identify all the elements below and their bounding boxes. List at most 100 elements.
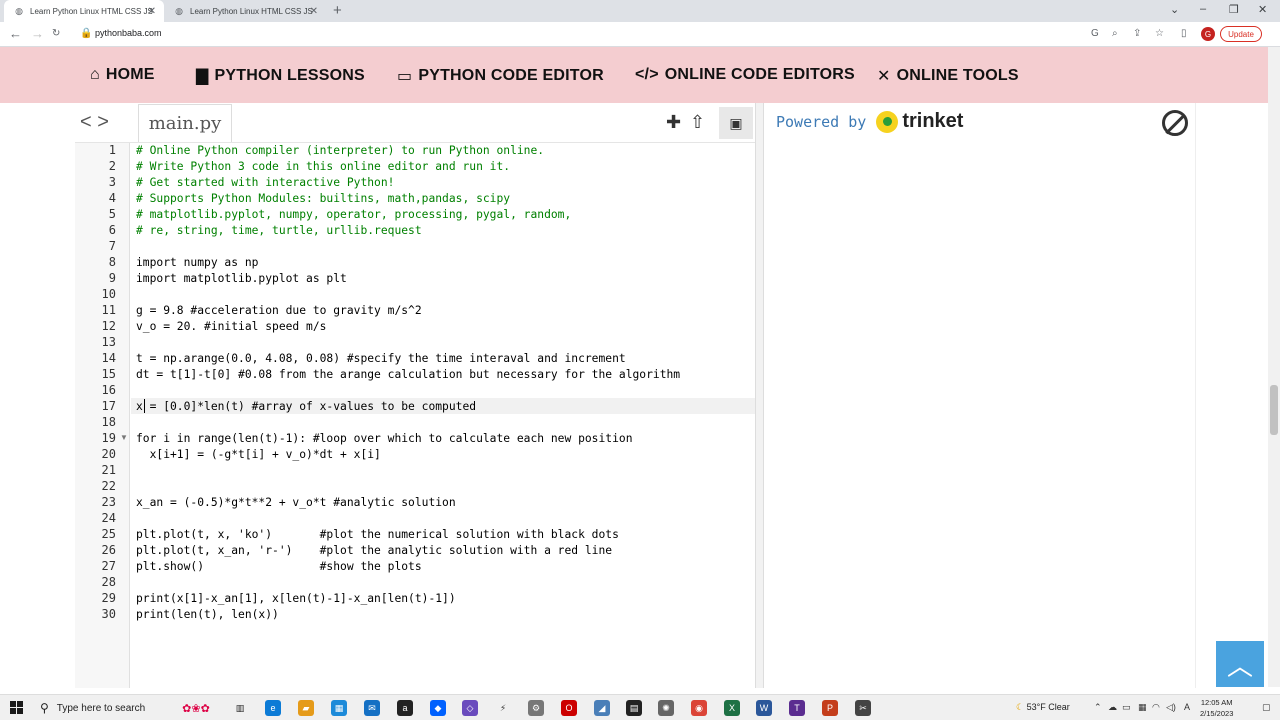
code-line[interactable]: plt.plot(t, x_an, 'r-') #plot the analyt… (136, 544, 612, 557)
windows-start-icon[interactable] (10, 701, 23, 714)
browser-tab-2[interactable]: ◍ Learn Python Linux HTML CSS JS ✕ (164, 0, 326, 22)
system-clock[interactable]: 12:05 AM 2/15/2023 (1200, 697, 1233, 719)
code-line[interactable]: for i in range(len(t)-1): #loop over whi… (136, 432, 633, 445)
forward-icon[interactable]: → (31, 26, 44, 41)
scroll-to-top-button[interactable]: ︿ (1216, 641, 1264, 687)
gear-app-icon[interactable]: ✺ (658, 700, 674, 716)
amazon-icon[interactable]: a (397, 700, 413, 716)
chrome-icon[interactable]: ◉ (691, 700, 707, 716)
code-line[interactable]: import numpy as np (136, 256, 258, 269)
network-icon[interactable]: ▦ (1138, 702, 1147, 713)
browser-tab-1[interactable]: ◍ Learn Python Linux HTML CSS JS ✕ (4, 0, 164, 22)
code-line[interactable]: x = [0.0]*len(t) #array of x-values to b… (136, 400, 476, 413)
onedrive-icon[interactable]: ☁ (1108, 702, 1117, 713)
code-line[interactable]: x_an = (-0.5)*g*t**2 + v_o*t #analytic s… (136, 496, 456, 509)
url-field[interactable]: pythonbaba.com (95, 28, 162, 38)
close-tab-icon[interactable]: ✕ (148, 6, 156, 17)
code-line[interactable]: dt = t[1]-t[0] #0.08 from the arange cal… (136, 368, 680, 381)
minimize-icon[interactable]: – (1200, 3, 1206, 15)
task-view-icon[interactable]: ▥ (232, 700, 248, 716)
opera-icon[interactable]: O (561, 700, 577, 716)
add-file-icon[interactable]: ✚ (666, 112, 681, 133)
powered-by-trinket[interactable]: Powered by trinket (776, 110, 963, 133)
language-icon[interactable]: A (1184, 702, 1190, 712)
weather-moon-icon: ☾ (1016, 702, 1025, 712)
capture-icon[interactable]: ✂ (855, 700, 871, 716)
nav-home[interactable]: ⌂ HOME (90, 66, 155, 84)
code-line[interactable]: import matplotlib.pyplot as plt (136, 272, 347, 285)
word-icon[interactable]: W (756, 700, 772, 716)
code-line[interactable]: # re, string, time, turtle, urllib.reque… (136, 224, 422, 237)
pane-splitter[interactable] (755, 103, 764, 688)
flowers-icon[interactable]: ✿❀✿ (176, 700, 216, 716)
code-line[interactable]: v_o = 20. #initial speed m/s (136, 320, 326, 333)
image-icon[interactable]: ▣ (719, 107, 753, 139)
back-icon[interactable]: ← (9, 26, 22, 41)
zoom-icon[interactable]: ⌕ (1112, 28, 1118, 39)
tray-expand-icon[interactable]: ⌃ (1094, 702, 1102, 713)
code-line[interactable]: # Get started with interactive Python! (136, 176, 394, 189)
profile-avatar[interactable]: G (1201, 27, 1215, 41)
nav-python-lessons[interactable]: ▇ PYTHON LESSONS (196, 66, 365, 86)
close-tab-icon[interactable]: ✕ (310, 6, 318, 17)
google-icon[interactable]: G (1091, 28, 1099, 39)
mail-icon[interactable]: ✉ (364, 700, 380, 716)
trinket-logo-icon (876, 110, 899, 133)
upload-icon[interactable]: ⇧ (690, 112, 705, 133)
weather-text: 53°F Clear (1026, 702, 1070, 712)
text-cursor (144, 399, 145, 413)
address-bar: ← → ↻ 🔒 pythonbaba.com G ⌕ ⇪ ☆ ▯ G Updat… (0, 22, 1280, 47)
page-scrollbar-thumb[interactable] (1270, 385, 1278, 435)
code-line[interactable]: print(x[1]-x_an[1], x[len(t)-1]-x_an[len… (136, 592, 456, 605)
edge-icon[interactable]: e (265, 700, 281, 716)
code-line[interactable]: # matplotlib.pyplot, numpy, operator, pr… (136, 208, 571, 221)
code-line[interactable]: g = 9.8 #acceleration due to gravity m/s… (136, 304, 422, 317)
line-number: 11 (101, 303, 116, 317)
update-button[interactable]: Update (1220, 26, 1262, 42)
dropbox-icon[interactable]: ◆ (430, 700, 446, 716)
vscode-icon[interactable]: ◇ (462, 700, 478, 716)
code-line[interactable]: plt.plot(t, x, 'ko') #plot the numerical… (136, 528, 619, 541)
code-line[interactable]: # Write Python 3 code in this online edi… (136, 160, 510, 173)
side-panel-icon[interactable]: ▯ (1181, 28, 1187, 39)
nav-online-tools[interactable]: ✕ ONLINE TOOLS (877, 66, 1019, 86)
media-icon[interactable]: ▤ (626, 700, 642, 716)
wifi-icon[interactable]: ◠ (1152, 702, 1160, 713)
fold-arrow-icon[interactable]: ▼ (120, 433, 128, 442)
site-navigation: ⌂ HOME ▇ PYTHON LESSONS ▭ PYTHON CODE ED… (0, 47, 1268, 103)
code-line[interactable]: # Supports Python Modules: builtins, mat… (136, 192, 510, 205)
code-brackets-icon[interactable]: < > (80, 111, 109, 134)
reload-icon[interactable]: ↻ (52, 28, 60, 39)
display-icon[interactable]: ▭ (1122, 702, 1131, 713)
tab-search-icon[interactable]: ⌄ (1170, 3, 1179, 16)
close-window-icon[interactable]: ✕ (1258, 3, 1267, 16)
code-line[interactable]: plt.show() #show the plots (136, 560, 422, 573)
new-tab-icon[interactable]: + (333, 2, 342, 19)
photos-icon[interactable]: ◢ (594, 700, 610, 716)
restore-icon[interactable]: ❐ (1229, 3, 1239, 16)
code-line[interactable]: print(len(t), len(x)) (136, 608, 279, 621)
volume-icon[interactable]: ◁) (1166, 702, 1176, 713)
code-line[interactable]: # Online Python compiler (interpreter) t… (136, 144, 544, 157)
nav-python-code-editor[interactable]: ▭ PYTHON CODE EDITOR (397, 66, 604, 86)
nav-online-code-editors[interactable]: </> ONLINE CODE EDITORS (635, 66, 855, 84)
monitor-icon: ▭ (397, 68, 413, 85)
page-scrollbar[interactable] (1268, 47, 1280, 687)
powerpoint-icon[interactable]: P (822, 700, 838, 716)
share-icon[interactable]: ⇪ (1133, 28, 1141, 39)
store-icon[interactable]: ▦ (331, 700, 347, 716)
teams-icon[interactable]: T (789, 700, 805, 716)
bolt-app-icon[interactable]: ⚡ (495, 700, 511, 716)
file-explorer-icon[interactable]: ▰ (298, 700, 314, 716)
lock-icon[interactable]: 🔒 (80, 28, 92, 39)
stop-icon[interactable] (1162, 110, 1188, 136)
line-number: 24 (101, 511, 116, 525)
excel-icon[interactable]: X (724, 700, 740, 716)
file-tab-main-py[interactable]: main.py (138, 104, 232, 142)
code-line[interactable]: t = np.arange(0.0, 4.08, 0.08) #specify … (136, 352, 626, 365)
weather-widget[interactable]: ☾ 53°F Clear (1016, 702, 1070, 713)
bookmark-star-icon[interactable]: ☆ (1155, 28, 1164, 39)
settings-icon[interactable]: ⚙ (528, 700, 544, 716)
code-line[interactable]: x[i+1] = (-g*t[i] + v_o)*dt + x[i] (136, 448, 381, 461)
notification-icon[interactable]: ▢ (1262, 702, 1271, 713)
